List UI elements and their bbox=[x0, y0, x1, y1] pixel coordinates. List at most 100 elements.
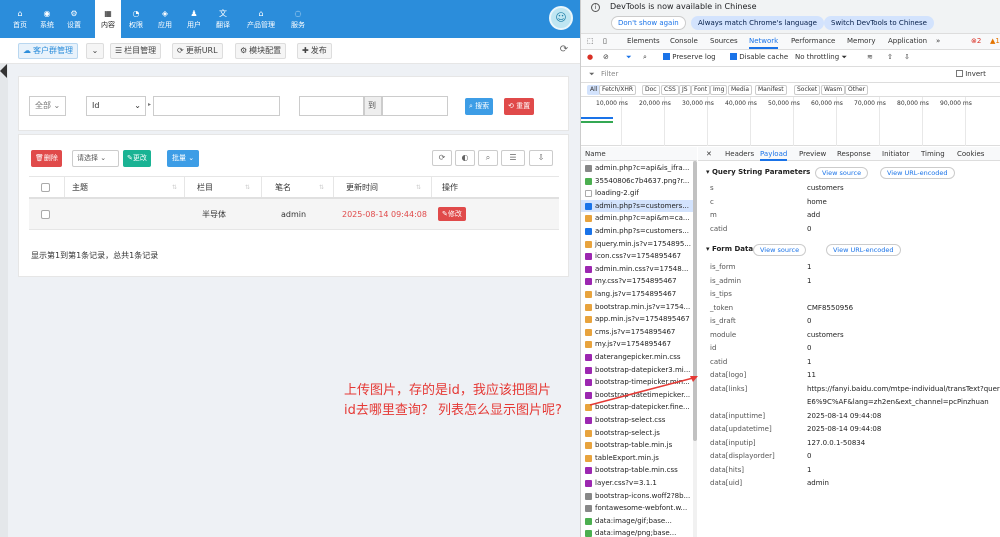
type-filter-css[interactable]: CSS bbox=[661, 85, 679, 95]
request-row[interactable]: my.js?v=1754895467 bbox=[581, 338, 693, 351]
request-row[interactable]: admin.php?c=api&is_ifra... bbox=[581, 162, 693, 175]
request-row[interactable]: bootstrap-select.css bbox=[581, 414, 693, 427]
field-select[interactable]: Id ⌄ bbox=[86, 96, 146, 116]
request-row[interactable]: bootstrap-table.min.css bbox=[581, 464, 693, 477]
close-icon[interactable]: ✕ bbox=[706, 150, 712, 158]
nav-item-translate[interactable]: 文翻译 bbox=[211, 0, 235, 38]
request-row[interactable]: bootstrap-timepicker.min... bbox=[581, 376, 693, 389]
inspect-icon[interactable]: ⬚ bbox=[587, 37, 594, 45]
tab-performance[interactable]: Performance bbox=[791, 37, 835, 45]
view-url-encoded-button[interactable]: View URL-encoded bbox=[880, 167, 955, 179]
filter-input[interactable]: Filter bbox=[601, 70, 618, 78]
nav-item-settings[interactable]: ⚙ 设置 bbox=[62, 0, 86, 38]
column-manage-button[interactable]: ☰ 栏目管理 bbox=[110, 43, 162, 59]
tab-console[interactable]: Console bbox=[670, 37, 698, 45]
throttling-select[interactable]: No throttling ⏷ bbox=[795, 53, 847, 62]
module-config-button[interactable]: ⚙ 模块配置 bbox=[235, 43, 287, 59]
request-row[interactable]: icon.css?v=1754895467 bbox=[581, 250, 693, 263]
clear-icon[interactable]: ⊘ bbox=[603, 53, 609, 61]
reset-button[interactable]: ⟲ 重置 bbox=[504, 98, 535, 115]
nav-item-users[interactable]: ♟ 用户 bbox=[182, 0, 206, 38]
header-updated[interactable]: 更新时间 bbox=[346, 177, 378, 197]
type-filter-media[interactable]: Media bbox=[728, 85, 753, 95]
request-list-scrollbar[interactable] bbox=[693, 161, 697, 537]
sidebar-collapse[interactable] bbox=[0, 64, 8, 537]
tab-memory[interactable]: Memory bbox=[847, 37, 875, 45]
header-author[interactable]: 笔名 bbox=[275, 177, 291, 197]
toggle-view-icon[interactable]: ◐ bbox=[455, 150, 475, 166]
nav-item-service[interactable]: ◌ 服务 bbox=[286, 0, 310, 38]
request-row[interactable]: data:image/gif;base... bbox=[581, 515, 693, 528]
nav-item-apps[interactable]: ◈ 应用 bbox=[153, 0, 177, 38]
request-row[interactable]: admin.min.css?v=17548... bbox=[581, 263, 693, 276]
batch-select[interactable]: 请选择 ⌄ bbox=[72, 150, 119, 167]
request-row[interactable]: fontawesome-webfont.w... bbox=[581, 502, 693, 515]
select-all-checkbox[interactable] bbox=[41, 177, 50, 197]
switch-chinese-button[interactable]: Switch DevTools to Chinese bbox=[824, 16, 934, 30]
download-icon[interactable]: ⇩ bbox=[904, 53, 910, 61]
search-button[interactable]: ⌕ 搜索 bbox=[465, 98, 494, 115]
tab-timing[interactable]: Timing bbox=[921, 150, 945, 158]
filter-icon[interactable]: ⏷ bbox=[626, 53, 632, 62]
request-row[interactable]: jquery.min.js?v=1754895... bbox=[581, 238, 693, 251]
dont-show-again-button[interactable]: Don't show again bbox=[611, 16, 686, 30]
request-row[interactable]: bootstrap-select.js bbox=[581, 427, 693, 440]
end-date-input[interactable] bbox=[382, 96, 448, 116]
request-row[interactable]: lang.js?v=1754895467 bbox=[581, 288, 693, 301]
header-column[interactable]: 栏目 bbox=[197, 177, 213, 197]
query-string-section[interactable]: ▾ Query String Parameters bbox=[706, 168, 810, 176]
request-row[interactable]: admin.php?c=api&m=ca... bbox=[581, 212, 693, 225]
preserve-log-checkbox[interactable]: Preserve log bbox=[663, 53, 716, 61]
tab-cookies[interactable]: Cookies bbox=[957, 150, 984, 158]
type-filter-img[interactable]: Img bbox=[710, 85, 728, 95]
request-row[interactable]: bootstrap.min.js?v=1754... bbox=[581, 301, 693, 314]
sort-icon[interactable]: ⇅ bbox=[416, 184, 421, 191]
error-count[interactable]: ⊗2 bbox=[971, 37, 981, 45]
match-language-button[interactable]: Always match Chrome's language bbox=[691, 16, 824, 30]
row-edit-button[interactable]: ✎修改 bbox=[438, 199, 466, 229]
request-row[interactable]: layer.css?v=3.1.1 bbox=[581, 477, 693, 490]
keyword-input[interactable] bbox=[153, 96, 280, 116]
tab-preview[interactable]: Preview bbox=[799, 150, 826, 158]
more-tabs-icon[interactable]: » bbox=[936, 37, 940, 45]
tab-initiator[interactable]: Initiator bbox=[882, 150, 909, 158]
nav-item-home[interactable]: ⌂ 首页 bbox=[8, 0, 32, 38]
request-row[interactable]: my.css?v=1754895467 bbox=[581, 275, 693, 288]
publish-button[interactable]: ✚ 发布 bbox=[297, 43, 332, 59]
sort-icon[interactable]: ⇅ bbox=[319, 184, 324, 191]
export-icon[interactable]: ⇩ bbox=[529, 150, 553, 166]
delete-button[interactable]: 🗑删除 bbox=[31, 150, 62, 167]
request-row[interactable]: admin.php?s=customers... bbox=[581, 225, 693, 238]
header-title[interactable]: 主题 bbox=[72, 177, 88, 197]
type-filter-fetchxhr[interactable]: Fetch/XHR bbox=[599, 85, 637, 95]
request-row[interactable]: cms.js?v=1754895467 bbox=[581, 326, 693, 339]
warning-count[interactable]: ▲1 bbox=[990, 37, 1000, 45]
tab-response[interactable]: Response bbox=[837, 150, 871, 158]
tab-sources[interactable]: Sources bbox=[710, 37, 738, 45]
nav-item-products[interactable]: ⌂ 产品管理 bbox=[243, 0, 279, 38]
request-row[interactable]: data:image/png;base... bbox=[581, 527, 693, 537]
search-icon[interactable]: ⌕ bbox=[643, 53, 647, 62]
type-filter-manifest[interactable]: Manifest bbox=[755, 85, 787, 95]
request-row[interactable]: bootstrap-datepicker.fine... bbox=[581, 401, 693, 414]
nav-item-permission[interactable]: ◔ 权限 bbox=[124, 0, 148, 38]
reload-icon[interactable]: ⟳ bbox=[432, 150, 452, 166]
type-filter-socket[interactable]: Socket bbox=[794, 85, 821, 95]
view-url-encoded-button[interactable]: View URL-encoded bbox=[826, 244, 901, 256]
upload-icon[interactable]: ⇧ bbox=[887, 53, 893, 61]
disable-cache-checkbox[interactable]: Disable cache bbox=[730, 53, 788, 61]
refresh-icon[interactable]: ⟳ bbox=[558, 44, 570, 56]
tab-network[interactable]: Network bbox=[749, 37, 779, 49]
nav-item-content[interactable]: ▦ 内容 bbox=[95, 0, 121, 38]
type-filter-font[interactable]: Font bbox=[691, 85, 711, 95]
request-row[interactable]: loading-2.gif bbox=[581, 187, 693, 200]
request-row[interactable]: daterangepicker.min.css bbox=[581, 351, 693, 364]
view-source-button[interactable]: View source bbox=[753, 244, 807, 256]
customer-group-button[interactable]: ☁ 客户群管理 bbox=[18, 43, 78, 59]
device-toggle-icon[interactable]: ▯ bbox=[603, 37, 607, 45]
tab-application[interactable]: Application bbox=[888, 37, 927, 45]
sort-icon[interactable]: ⇅ bbox=[172, 184, 177, 191]
name-column-header[interactable]: Name bbox=[581, 147, 697, 161]
nav-item-system[interactable]: ◉ 系统 bbox=[35, 0, 59, 38]
request-row[interactable]: 35540806c7b4637.png?r... bbox=[581, 175, 693, 188]
